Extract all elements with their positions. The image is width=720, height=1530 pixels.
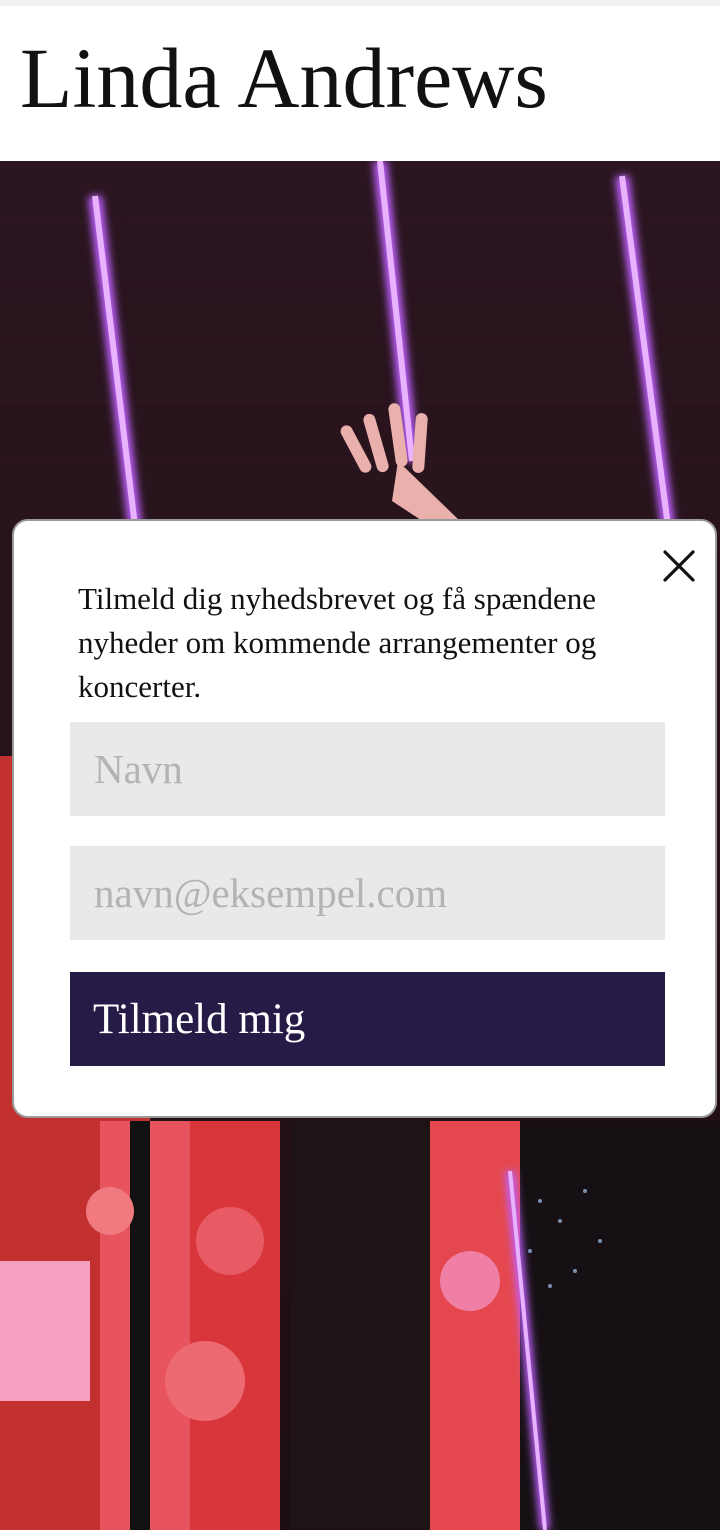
- site-title[interactable]: Linda Andrews: [20, 28, 548, 128]
- name-field[interactable]: [70, 722, 665, 816]
- close-button[interactable]: [658, 545, 700, 587]
- subscribe-button[interactable]: Tilmeld mig: [70, 972, 665, 1066]
- page: Linda Andrews Tilmeld dig nyhedsbrevet o…: [0, 0, 720, 1530]
- site-header: Linda Andrews: [0, 6, 720, 161]
- newsletter-modal: Tilmeld dig nyhedsbrevet og få spændene …: [12, 519, 717, 1118]
- newsletter-description: Tilmeld dig nyhedsbrevet og få spændene …: [78, 581, 597, 704]
- close-icon: [663, 550, 695, 582]
- email-field[interactable]: [70, 846, 665, 940]
